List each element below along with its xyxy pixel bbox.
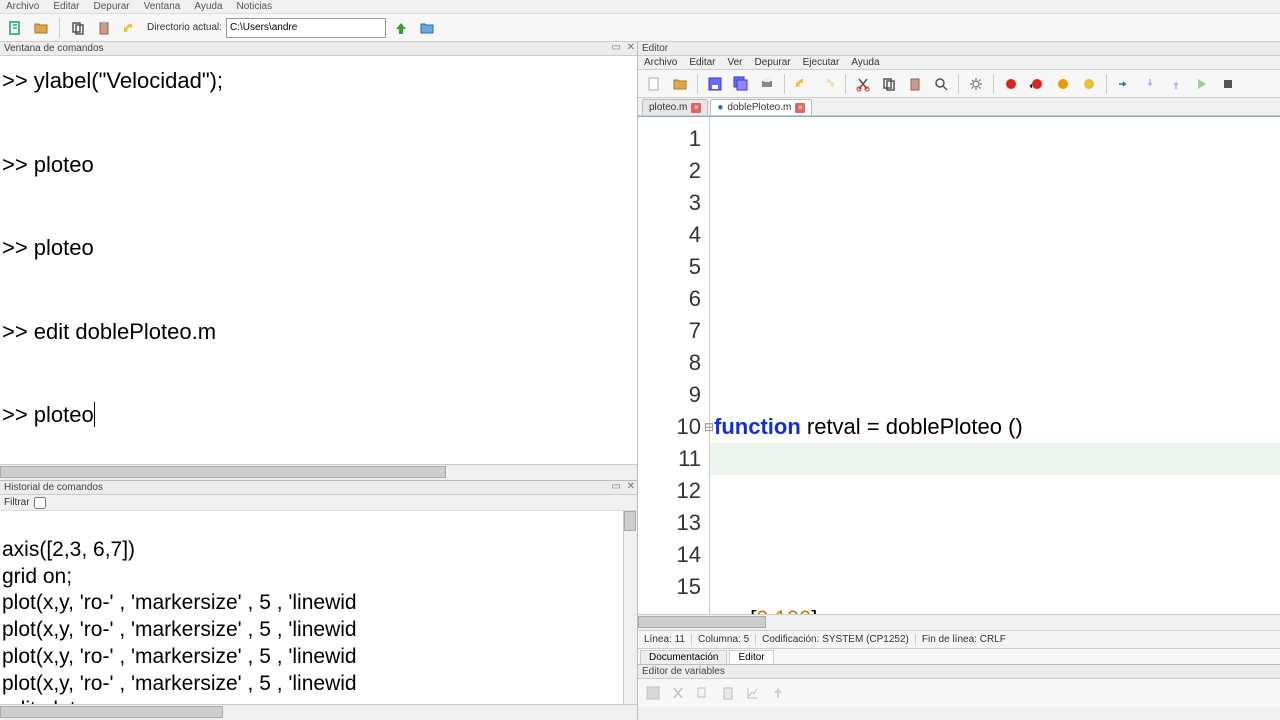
browse-folder-button[interactable] (416, 17, 438, 39)
history-title: Historial de comandos ▭ ✕ (0, 481, 637, 495)
ed-redo-button[interactable] (816, 72, 840, 96)
close-icon[interactable]: × (795, 103, 805, 113)
var-editor-toolbar (638, 679, 1280, 707)
command-window[interactable]: >> ylabel("Velocidad"); >> ploteo >> plo… (0, 56, 637, 464)
var-cut-button[interactable] (667, 682, 689, 704)
tab-ploteo[interactable]: ploteo.m× (642, 99, 708, 115)
menu-ventana[interactable]: Ventana (144, 1, 181, 12)
editor-toolbar (638, 70, 1280, 98)
ed-open-button[interactable] (668, 72, 692, 96)
ed-copy-button[interactable] (877, 72, 901, 96)
history-vscrollbar[interactable] (623, 511, 637, 704)
new-file-button[interactable] (4, 17, 26, 39)
ed-menu-editar[interactable]: Editar (689, 57, 715, 68)
ed-breakpoint-clear-button[interactable] (1077, 72, 1101, 96)
menu-editar[interactable]: Editar (53, 1, 79, 12)
filter-checkbox[interactable] (34, 497, 46, 509)
ed-stop-button[interactable] (1216, 72, 1240, 96)
filter-label: Filtrar (4, 497, 30, 508)
tab-dobleploteo[interactable]: ●doblePloteo.m× (710, 99, 812, 115)
var-paste-button[interactable] (717, 682, 739, 704)
editor-tabs: ploteo.m× ●doblePloteo.m× (638, 98, 1280, 116)
var-save-button[interactable] (642, 682, 664, 704)
var-copy-button[interactable] (692, 682, 714, 704)
ed-paste-button[interactable] (903, 72, 927, 96)
ed-step-out-button[interactable] (1164, 72, 1188, 96)
ed-gear-button[interactable] (964, 72, 988, 96)
var-editor-title: Editor de variables (638, 665, 1280, 679)
history-filter-row: Filtrar (0, 495, 637, 511)
ed-breakpoint-next-button[interactable] (1051, 72, 1075, 96)
history-hscrollbar[interactable] (0, 704, 637, 720)
menu-depurar[interactable]: Depurar (93, 1, 129, 12)
ed-step-in-button[interactable] (1138, 72, 1162, 96)
var-up-button[interactable] (767, 682, 789, 704)
tab-editor[interactable]: Editor (729, 650, 773, 664)
menu-noticias[interactable]: Noticias (237, 1, 273, 12)
main-toolbar: Directorio actual: (0, 14, 1280, 42)
ed-breakpoint-prev-button[interactable] (1025, 72, 1049, 96)
pane-close-icon[interactable]: ✕ (627, 42, 635, 53)
ed-menu-archivo[interactable]: Archivo (644, 57, 677, 68)
ed-menu-depurar[interactable]: Depurar (755, 57, 791, 68)
editor-hscrollbar[interactable] (638, 614, 1280, 630)
close-icon[interactable]: × (691, 103, 701, 113)
tab-documentacion[interactable]: Documentación (640, 650, 727, 664)
dir-up-button[interactable] (390, 17, 412, 39)
ed-save-button[interactable] (703, 72, 727, 96)
menu-archivo[interactable]: Archivo (6, 1, 39, 12)
ed-saveall-button[interactable] (729, 72, 753, 96)
ed-new-button[interactable] (642, 72, 666, 96)
line-gutter: 123456789101112131415 (638, 117, 710, 614)
docedit-tabs: Documentación Editor (638, 648, 1280, 664)
menu-ayuda[interactable]: Ayuda (194, 1, 222, 12)
pane-close-icon[interactable]: ✕ (627, 481, 635, 492)
undo-button[interactable] (119, 17, 141, 39)
pane-maximize-icon[interactable]: ▭ (612, 42, 621, 53)
dir-label: Directorio actual: (147, 22, 222, 33)
paste-button[interactable] (93, 17, 115, 39)
pane-maximize-icon[interactable]: ▭ (612, 481, 621, 492)
ed-print-button[interactable] (755, 72, 779, 96)
ed-menu-ver[interactable]: Ver (727, 57, 742, 68)
main-menubar: Archivo Editar Depurar Ventana Ayuda Not… (0, 0, 1280, 14)
current-directory-input[interactable] (226, 18, 386, 38)
editor-pane-title: Editor (638, 42, 1280, 56)
cmdwin-hscrollbar[interactable] (0, 464, 637, 480)
ed-breakpoint-button[interactable] (999, 72, 1023, 96)
ed-find-button[interactable] (929, 72, 953, 96)
ed-undo-button[interactable] (790, 72, 814, 96)
ed-menu-ayuda[interactable]: Ayuda (851, 57, 879, 68)
open-folder-button[interactable] (30, 17, 52, 39)
code-editor[interactable]: 123456789101112131415 ⊟function retval =… (638, 116, 1280, 614)
history-list[interactable]: axis([2,3, 6,7]) grid on; plot(x,y, 'ro-… (0, 511, 637, 704)
ed-continue-button[interactable] (1190, 72, 1214, 96)
ed-step-button[interactable] (1112, 72, 1136, 96)
copy-button[interactable] (67, 17, 89, 39)
var-plot-button[interactable] (742, 682, 764, 704)
ed-cut-button[interactable] (851, 72, 875, 96)
editor-statusbar: Línea: 11 Columna: 5 Codificación: SYSTE… (638, 630, 1280, 648)
editor-menubar: Archivo Editar Ver Depurar Ejecutar Ayud… (638, 56, 1280, 70)
ed-menu-ejecutar[interactable]: Ejecutar (803, 57, 840, 68)
command-window-title: Ventana de comandos ▭ ✕ (0, 42, 637, 56)
